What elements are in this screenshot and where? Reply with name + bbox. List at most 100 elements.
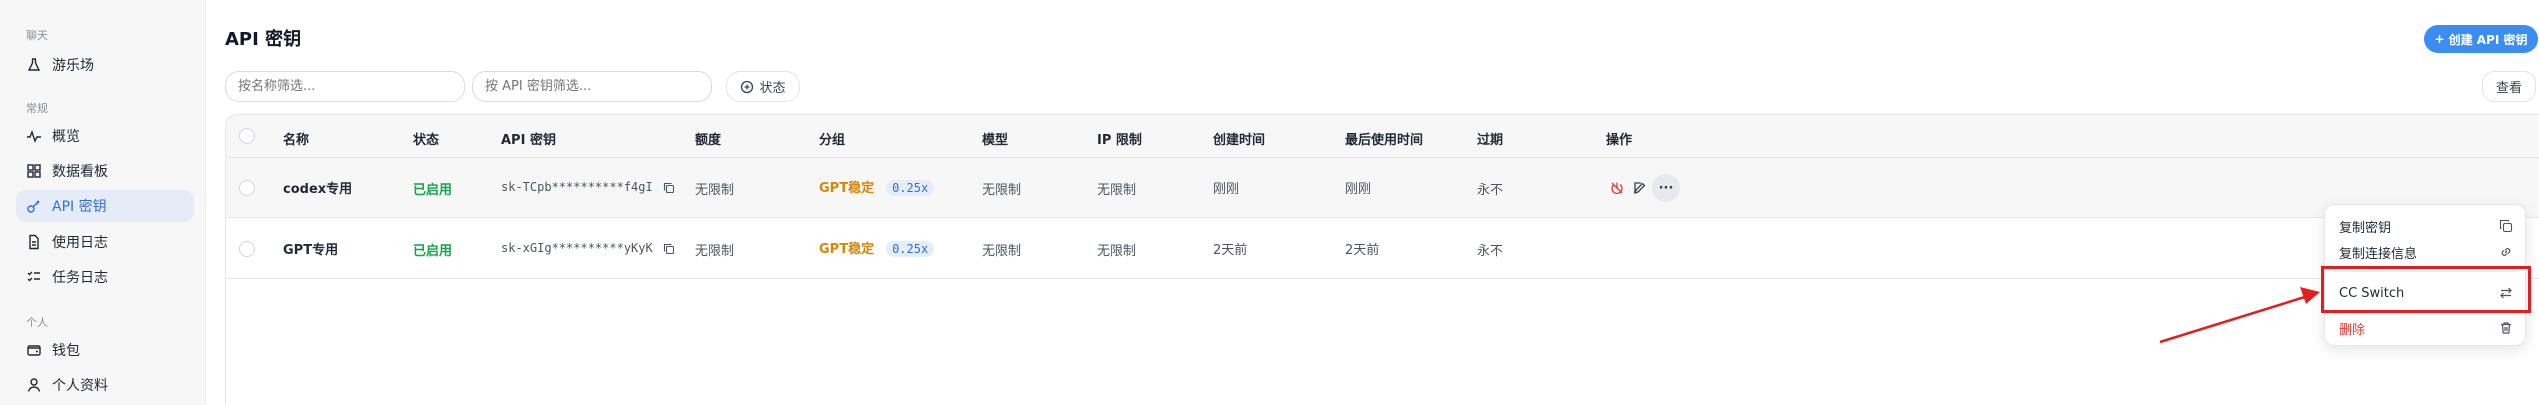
status-filter-label: 状态 <box>759 81 786 96</box>
sidebar-item-label: 概览 <box>52 129 80 145</box>
wallet-icon <box>27 345 41 356</box>
copy-icon <box>663 182 675 194</box>
column-header: 操作 <box>1606 133 1633 148</box>
menu-item-copy-key[interactable]: 复制密钥 <box>2325 213 2525 239</box>
dashboard-icon <box>27 164 41 178</box>
main-content: API 密钥 + 创建 API 密钥 状态 查看 名称 状态 API 密钥 额度… <box>206 0 2539 405</box>
column-header: 状态 <box>413 133 440 148</box>
column-header: 最后使用时间 <box>1345 133 1424 148</box>
table-row[interactable]: codex专用 已启用 sk-TCpb**********f4gI 无限制 GP… <box>226 158 2539 218</box>
sidebar-item-label: 任务日志 <box>52 270 108 286</box>
last-used-time: 刚刚 <box>1345 182 1372 197</box>
plus-icon: + <box>2434 32 2445 46</box>
ratio-badge: 0.25x <box>886 180 935 196</box>
masked-key: sk-xGIg**********yKyK <box>501 241 653 255</box>
column-header: 额度 <box>695 133 722 148</box>
edit-icon <box>1633 182 1646 195</box>
sidebar-item-wallet[interactable]: 钱包 <box>16 334 194 366</box>
more-horizontal-icon: ··· <box>1658 180 1674 196</box>
sidebar-item-playground[interactable]: 游乐场 <box>16 49 194 81</box>
copy-key-button[interactable] <box>658 238 680 260</box>
key-name: codex专用 <box>283 182 353 197</box>
ip-limit-value: 无限制 <box>1097 183 1137 198</box>
sidebar-item-label: 使用日志 <box>52 235 108 251</box>
column-header: IP 限制 <box>1097 133 1142 148</box>
sidebar-item-label: API 密钥 <box>52 199 107 215</box>
sidebar: 聊天 游乐场 常规 概览 数据看板 API 密钥 使用日志 任务日志 个人 钱包… <box>0 0 206 405</box>
key-icon <box>27 200 40 213</box>
api-keys-table: 名称 状态 API 密钥 额度 分组 模型 IP 限制 创建时间 最后使用时间 … <box>225 114 2539 405</box>
sidebar-item-label: 个人资料 <box>52 378 108 394</box>
sidebar-group-general: 常规 <box>26 102 48 115</box>
key-filter-input[interactable] <box>472 71 712 102</box>
task-list-icon <box>27 271 40 282</box>
copy-icon <box>663 243 675 255</box>
model-value: 无限制 <box>982 183 1022 198</box>
expiry-value: 永不 <box>1477 244 1504 259</box>
copy-key-button[interactable] <box>658 177 680 199</box>
menu-item-delete[interactable]: 删除 <box>2325 315 2525 341</box>
edit-key-button[interactable] <box>1629 177 1651 199</box>
sidebar-item-label: 游乐场 <box>52 58 94 74</box>
key-name: GPT专用 <box>283 243 339 258</box>
create-api-key-button[interactable]: + 创建 API 密钥 <box>2424 25 2538 53</box>
flask-icon <box>27 58 41 71</box>
create-api-key-label: 创建 API 密钥 <box>2448 32 2528 47</box>
name-filter-input[interactable] <box>225 71 465 102</box>
sidebar-item-api-keys[interactable]: API 密钥 <box>16 190 194 222</box>
group-cell: GPT稳定 0.25x <box>819 177 935 196</box>
select-all-checkbox[interactable] <box>239 128 255 144</box>
plus-circle-icon <box>741 80 754 93</box>
power-off-icon <box>1611 182 1623 195</box>
activity-icon <box>27 129 41 143</box>
group-cell: GPT稳定 0.25x <box>819 238 935 257</box>
table-header: 名称 状态 API 密钥 额度 分组 模型 IP 限制 创建时间 最后使用时间 … <box>226 115 2539 158</box>
quota-value: 无限制 <box>695 183 735 198</box>
more-actions-button[interactable]: ··· <box>1652 174 1680 202</box>
sidebar-item-usage-logs[interactable]: 使用日志 <box>16 226 194 258</box>
table-row[interactable]: GPT专用 已启用 sk-xGIg**********yKyK 无限制 GPT稳… <box>226 219 2539 279</box>
model-value: 无限制 <box>982 244 1022 259</box>
sidebar-item-overview[interactable]: 概览 <box>16 120 194 152</box>
disable-key-button[interactable] <box>1606 177 1628 199</box>
link-icon <box>2501 248 2511 256</box>
column-header: 创建时间 <box>1213 133 1266 148</box>
sidebar-item-label: 数据看板 <box>52 164 108 180</box>
sidebar-group-chat: 聊天 <box>26 29 48 42</box>
created-time: 2天前 <box>1213 243 1248 258</box>
menu-item-label: 删除 <box>2339 322 2366 338</box>
sidebar-group-personal: 个人 <box>26 316 48 329</box>
ip-limit-value: 无限制 <box>1097 244 1137 259</box>
menu-item-label: 复制密钥 <box>2339 220 2392 236</box>
masked-key: sk-TCpb**********f4gI <box>501 180 653 194</box>
ratio-badge: 0.25x <box>886 241 935 257</box>
quota-value: 无限制 <box>695 244 735 259</box>
last-used-time: 2天前 <box>1345 243 1380 258</box>
created-time: 刚刚 <box>1213 182 1240 197</box>
column-header: API 密钥 <box>501 133 556 148</box>
group-name: GPT稳定 <box>819 181 875 196</box>
view-button[interactable]: 查看 <box>2482 71 2536 102</box>
user-icon <box>27 378 41 392</box>
row-checkbox[interactable] <box>239 180 255 196</box>
document-icon <box>29 234 39 250</box>
column-header: 分组 <box>819 133 846 148</box>
sidebar-item-task-logs[interactable]: 任务日志 <box>16 261 194 293</box>
page-title: API 密钥 <box>225 29 302 50</box>
column-header: 过期 <box>1477 133 1504 148</box>
column-header: 名称 <box>283 133 310 148</box>
menu-item-copy-connection[interactable]: 复制连接信息 <box>2325 239 2525 265</box>
sidebar-item-label: 钱包 <box>52 343 80 359</box>
trash-icon <box>2501 322 2511 334</box>
expiry-value: 永不 <box>1477 183 1504 198</box>
annotation-highlight-box <box>2321 266 2531 313</box>
row-checkbox[interactable] <box>239 241 255 257</box>
sidebar-item-dashboard[interactable]: 数据看板 <box>16 155 194 187</box>
column-header: 模型 <box>982 133 1009 148</box>
group-name: GPT稳定 <box>819 242 875 257</box>
status-badge: 已启用 <box>413 183 453 198</box>
menu-item-label: 复制连接信息 <box>2339 246 2418 262</box>
status-filter-button[interactable]: 状态 <box>726 71 800 102</box>
status-badge: 已启用 <box>413 244 453 259</box>
sidebar-item-profile[interactable]: 个人资料 <box>16 369 194 401</box>
